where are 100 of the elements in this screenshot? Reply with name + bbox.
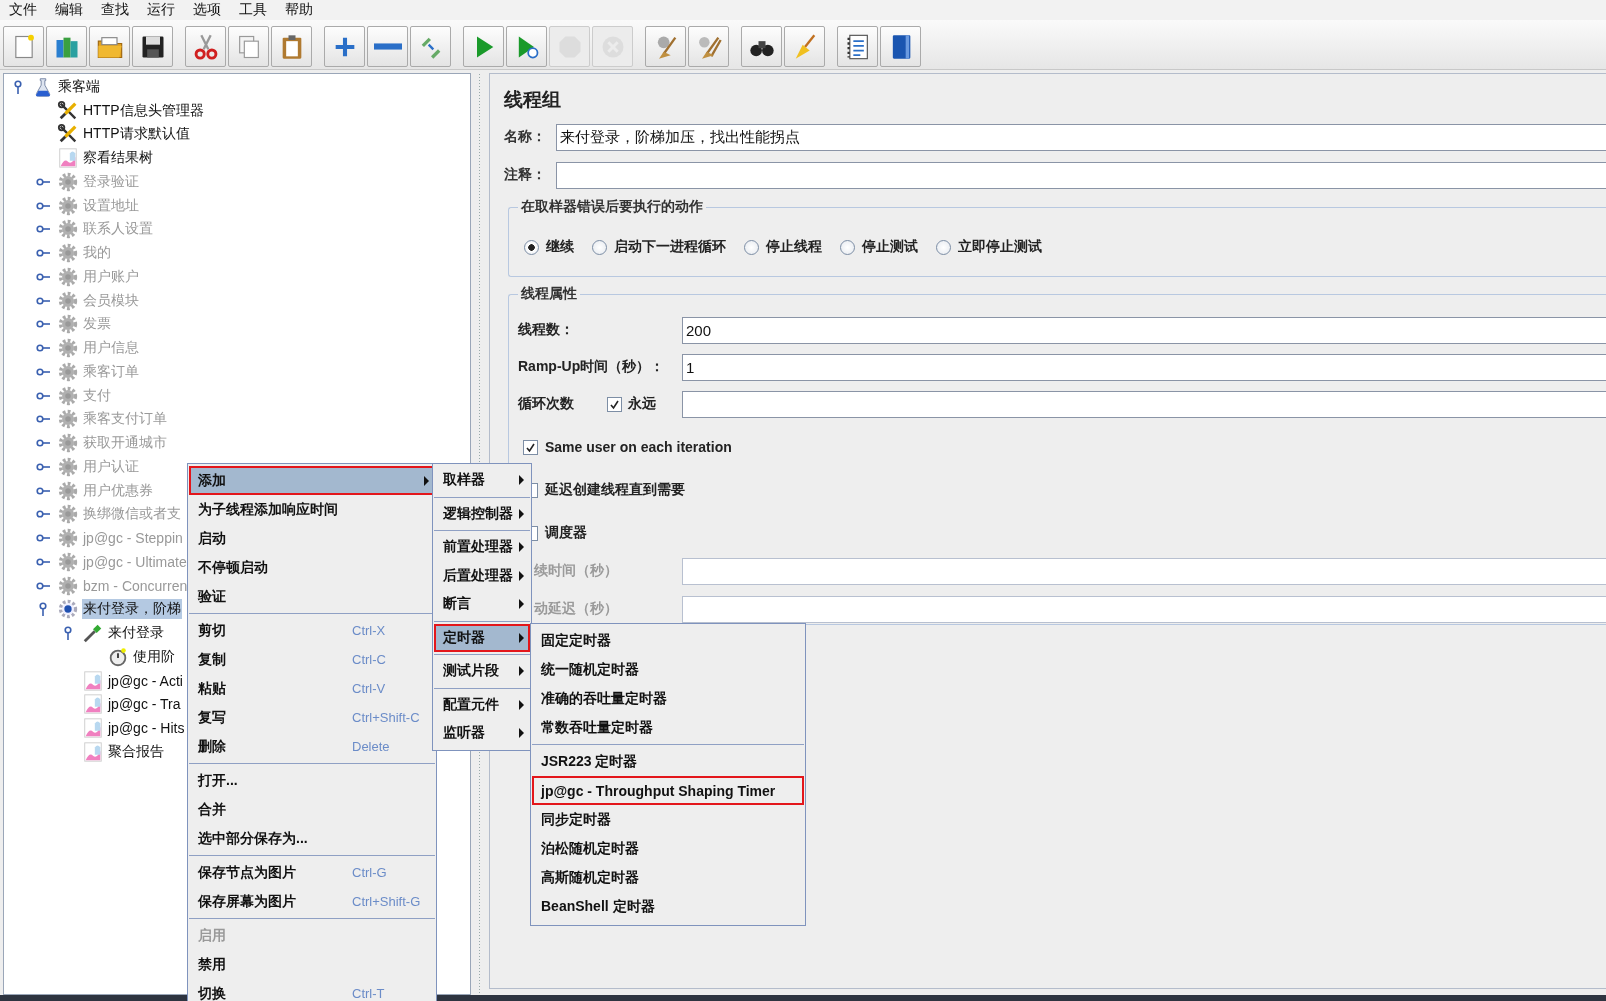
menu-item[interactable]: 复写 Ctrl+Shift-C [189,703,435,732]
menu-item[interactable]: 切换 Ctrl-T [189,979,435,1001]
menu-item[interactable]: 粘贴 Ctrl-V [189,674,435,703]
radio-button[interactable] [524,239,539,255]
menu-item[interactable]: 不停顿启动 [189,553,435,582]
menu-item[interactable]: 禁用 [189,950,435,979]
expand-handle[interactable] [61,626,75,641]
clear-all-button[interactable] [688,26,729,67]
menu-item[interactable]: BeanShell 定时器 [532,892,804,921]
menu-item[interactable]: 复制 Ctrl-C [189,645,435,674]
expand-button[interactable] [324,26,365,67]
menu-item[interactable]: 常数吞吐量定时器 [532,713,804,742]
tree-item[interactable]: 察看结果树 [82,148,154,169]
menu-item[interactable]: 选中部分保存为... [189,824,435,853]
menu-item[interactable]: 监听器 [434,719,530,748]
search-button[interactable] [741,26,782,67]
radio-button[interactable] [592,239,607,255]
checkbox[interactable] [532,525,538,541]
menu-item[interactable]: 前置处理器 [434,533,530,562]
radio-button[interactable] [744,239,759,255]
menu-item[interactable]: 为子线程添加响应时间 [189,495,435,524]
menu-item[interactable]: 定时器 [434,623,530,652]
menu-item[interactable]: 高斯随机定时器 [532,863,804,892]
menu-item[interactable]: 文件 [0,1,46,19]
menu-item[interactable]: jp@gc - Throughput Shaping Timer [532,776,804,805]
chart-icon [82,740,104,763]
menu-item[interactable]: 断言 [434,590,530,619]
threads-field[interactable]: 200 [682,316,1606,344]
menu-item[interactable]: 取样器 [434,466,530,495]
clear-button[interactable] [645,26,686,67]
start-button[interactable] [463,26,504,67]
tree-item[interactable]: HTTP信息头管理器 [82,100,205,121]
menu-item[interactable]: 添加 [189,466,435,495]
chart-icon [57,147,79,170]
caret-icon [519,542,524,553]
menu-item[interactable]: 保存节点为图片 Ctrl-G [189,858,435,887]
menu-item[interactable]: 打开... [189,766,435,795]
menu-item[interactable]: 查找 [92,1,138,19]
name-field[interactable]: 来付登录，阶梯加压，找出性能拐点 [556,123,1606,151]
loop-count-field[interactable] [682,390,1606,418]
tree-item[interactable]: jp@gc - Tra [107,695,182,714]
menu-item[interactable]: 合并 [189,795,435,824]
menu-item[interactable]: 编辑 [46,1,92,19]
checkbox-label: Same user on each iteration [545,439,732,455]
copy-button[interactable] [228,26,269,67]
menu-item[interactable]: 泊松随机定时器 [532,834,804,863]
gear-icon [57,289,79,312]
menu-item[interactable]: 固定定时器 [532,626,804,655]
menu-item[interactable]: 运行 [138,1,184,19]
collapse-button[interactable] [367,26,408,67]
pipette-icon [82,622,104,645]
save-button[interactable] [132,26,173,67]
menu-item[interactable]: 保存屏幕为图片 Ctrl+Shift-G [189,887,435,916]
toggle-button[interactable] [410,26,451,67]
menu-item[interactable]: 工具 [230,1,276,19]
templates-button[interactable] [46,26,87,67]
menu-item[interactable]: 启动 [189,524,435,553]
radio-label: 继续 [546,238,574,256]
tree-item[interactable]: 聚合报告 [107,741,165,762]
menu-item[interactable]: 统一随机定时器 [532,655,804,684]
tree-item[interactable]: 来付登录 [107,623,165,644]
menu-item[interactable]: 验证 [189,582,435,611]
menu-item[interactable]: JSR223 定时器 [532,747,804,776]
checkbox[interactable] [607,396,622,412]
menu-item[interactable]: 配置元件 [434,690,530,719]
checkbox[interactable] [523,439,538,455]
chart-icon [82,669,104,692]
gear-icon [57,242,79,265]
checkbox[interactable] [532,482,538,498]
menu-item[interactable]: 剪切 Ctrl-X [189,616,435,645]
expand-handle[interactable] [36,602,50,617]
menu-item[interactable]: 删除 Delete [189,732,435,761]
menu-item[interactable]: 准确的吞吐量定时器 [532,684,804,713]
ramp-up-field[interactable]: 1 [682,353,1606,381]
tree-item[interactable]: 使用阶 [132,646,176,667]
menu-item[interactable]: 逻辑控制器 [434,499,530,528]
expand-handle[interactable] [11,79,25,94]
cut-button[interactable] [185,26,226,67]
comment-field[interactable] [556,161,1606,189]
new-button[interactable] [3,26,44,67]
tree-item[interactable]: jp@gc - Hits [107,719,186,738]
menu-item[interactable]: 后置处理器 [434,561,530,590]
gear-icon [57,194,79,217]
menu-item[interactable]: 测试片段 [434,657,530,686]
tree-item[interactable]: HTTP请求默认值 [82,124,191,145]
tree-item[interactable]: 来付登录，阶梯 [82,599,182,620]
menu-item[interactable]: 同步定时器 [532,805,804,834]
function-helper-button[interactable] [837,26,878,67]
caret-icon [519,699,524,710]
start-no-pauses-button[interactable] [506,26,547,67]
tree-item[interactable]: 乘客端 [57,76,101,97]
help-button[interactable] [880,26,921,67]
radio-button[interactable] [840,239,855,255]
paste-button[interactable] [271,26,312,67]
radio-button[interactable] [936,239,951,255]
menu-item[interactable]: 帮助 [276,1,322,19]
checkbox-label: 调度器 [545,524,587,542]
checkbox-label: 永远 [628,395,656,413]
menu-item[interactable]: 选项 [184,1,230,19]
tree-item[interactable]: jp@gc - Acti [107,671,184,690]
